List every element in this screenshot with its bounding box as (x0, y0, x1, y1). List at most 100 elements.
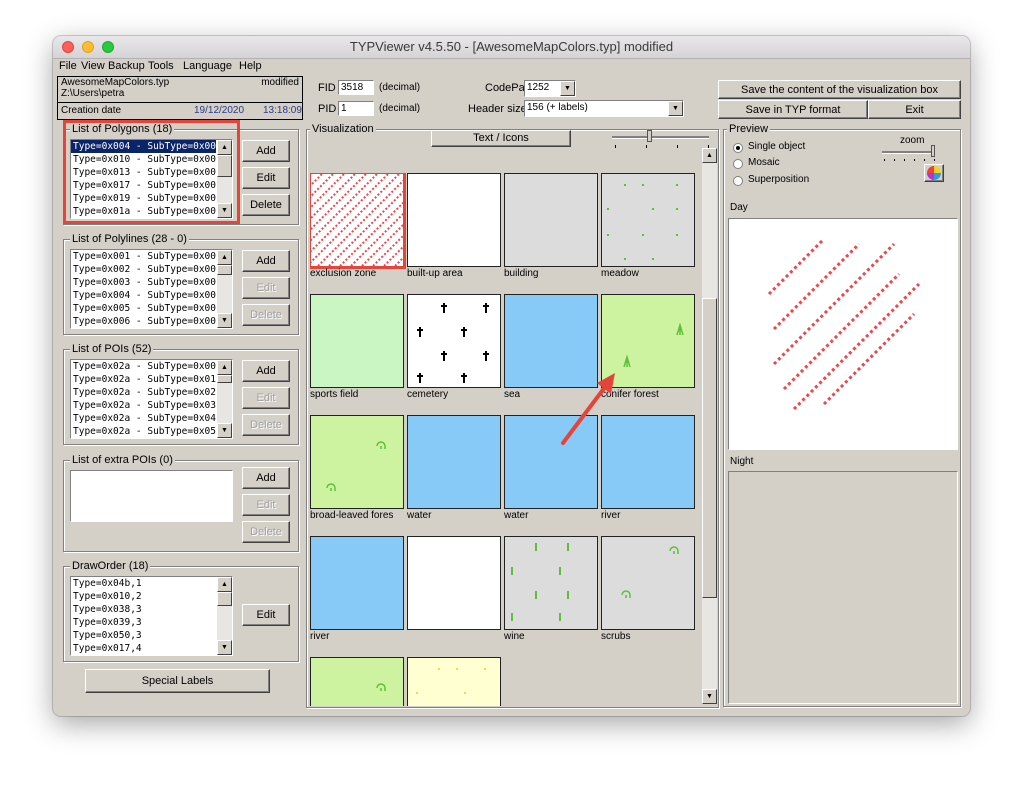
polyline-delete-button[interactable]: Delete (242, 304, 290, 326)
tile-label: cemetery (407, 389, 449, 400)
pid-input[interactable]: 1 (338, 101, 374, 116)
visualization-tile[interactable] (407, 173, 501, 267)
visualization-tile[interactable] (601, 536, 695, 630)
mosaic-radio[interactable] (733, 159, 743, 169)
tile-label: meadow (601, 268, 639, 279)
tile-label: building (504, 268, 539, 279)
polygon-add-button[interactable]: Add (242, 140, 290, 162)
list-item[interactable]: Type=0x006 - SubType=0x00 (71, 315, 232, 328)
menu-language[interactable]: Language (183, 60, 232, 72)
extra-poi-add-button[interactable]: Add (242, 467, 290, 489)
extra-poi-delete-button[interactable]: Delete (242, 521, 290, 543)
extra-pois-list[interactable] (70, 470, 233, 522)
list-item[interactable]: Type=0x050,3 (71, 629, 232, 642)
text-icons-button[interactable]: Text / Icons (431, 130, 571, 147)
scroll-up-icon[interactable]: ▲ (217, 250, 232, 265)
single-object-radio[interactable] (733, 143, 743, 153)
visual-slider[interactable] (612, 136, 709, 139)
exit-button[interactable]: Exit (868, 100, 961, 119)
tile-label: river (310, 631, 330, 642)
visualization-tile[interactable] (504, 536, 598, 630)
list-item[interactable]: Type=0x001 - SubType=0x00 (71, 250, 232, 263)
visualization-scrollbar[interactable]: ▲ ▼ (702, 148, 717, 704)
fid-input[interactable]: 3518 (338, 80, 374, 95)
scroll-down-icon[interactable]: ▼ (702, 689, 717, 704)
menu-file[interactable]: File (59, 60, 77, 72)
pois-list[interactable]: Type=0x02a - SubType=0x00 Type=0x02a - S… (70, 359, 233, 439)
save-typ-button[interactable]: Save in TYP format (718, 100, 868, 119)
scroll-up-icon[interactable]: ▲ (217, 360, 232, 375)
polylines-list[interactable]: Type=0x001 - SubType=0x00 Type=0x002 - S… (70, 249, 233, 329)
visualization-tile[interactable] (601, 173, 695, 267)
visualization-tile[interactable] (407, 415, 501, 509)
list-item[interactable]: Type=0x039,3 (71, 616, 232, 629)
visualization-tile[interactable] (407, 536, 501, 630)
list-item[interactable]: Type=0x02a - SubType=0x04 (71, 412, 232, 425)
poi-edit-button[interactable]: Edit (242, 387, 290, 409)
list-item[interactable]: Type=0x038,3 (71, 603, 232, 616)
header-size-select[interactable]: 156 (+ labels) ▼ (524, 100, 684, 117)
scroll-thumb[interactable] (217, 375, 232, 383)
scroll-up-icon[interactable]: ▲ (217, 577, 232, 592)
polyline-add-button[interactable]: Add (242, 250, 290, 272)
list-item[interactable]: Type=0x04b,1 (71, 577, 232, 590)
menu-help[interactable]: Help (239, 60, 262, 72)
polygon-delete-button[interactable]: Delete (242, 194, 290, 216)
visualization-tile[interactable] (504, 173, 598, 267)
polyline-edit-button[interactable]: Edit (242, 277, 290, 299)
day-preview (728, 218, 958, 450)
draworder-list[interactable]: Type=0x04b,1 Type=0x010,2 Type=0x038,3 T… (70, 576, 233, 656)
scroll-down-icon[interactable]: ▼ (217, 640, 232, 655)
extra-pois-title: List of extra POIs (0) (70, 454, 175, 466)
list-item[interactable]: Type=0x004 - SubType=0x00 (71, 289, 232, 302)
visualization-tile[interactable] (310, 294, 404, 388)
draworder-scrollbar[interactable]: ▲ ▼ (217, 577, 232, 655)
broadleaf-pattern (376, 683, 386, 691)
visualization-tile[interactable] (407, 294, 501, 388)
visualization-tile[interactable] (407, 657, 501, 706)
list-item[interactable]: Type=0x005 - SubType=0x00 (71, 302, 232, 315)
visualization-tile[interactable] (310, 657, 404, 706)
polylines-scrollbar[interactable]: ▲ ▼ (217, 250, 232, 328)
list-item[interactable]: Type=0x010,2 (71, 590, 232, 603)
scroll-up-icon[interactable]: ▲ (702, 148, 717, 163)
superposition-radio[interactable] (733, 176, 743, 186)
list-item[interactable]: Type=0x02a - SubType=0x01 (71, 373, 232, 386)
zoom-slider-handle[interactable] (931, 145, 935, 157)
codepage-select[interactable]: 1252 ▼ (524, 80, 576, 97)
draworder-edit-button[interactable]: Edit (242, 604, 290, 626)
file-info-box: AwesomeMapColors.typ modified Z:\Users\p… (57, 76, 303, 120)
list-item[interactable]: Type=0x02a - SubType=0x05 (71, 425, 232, 438)
menu-tools[interactable]: Tools (148, 60, 174, 72)
visual-slider-handle[interactable] (647, 130, 652, 142)
scroll-down-icon[interactable]: ▼ (217, 313, 232, 328)
special-labels-button[interactable]: Special Labels (85, 669, 270, 693)
preview-title: Preview (727, 123, 771, 135)
poi-delete-button[interactable]: Delete (242, 414, 290, 436)
menu-backup[interactable]: Backup (108, 60, 145, 72)
scroll-thumb[interactable] (217, 592, 232, 606)
tile-label: sea (504, 389, 521, 400)
zoom-ticks (884, 159, 936, 161)
list-item[interactable]: Type=0x02a - SubType=0x03 (71, 399, 232, 412)
scroll-thumb[interactable] (702, 298, 717, 598)
poi-add-button[interactable]: Add (242, 360, 290, 382)
visualization-tile[interactable] (310, 536, 404, 630)
tile-label: wine (504, 631, 525, 642)
visualization-tile[interactable] (310, 415, 404, 509)
list-item[interactable]: Type=0x02a - SubType=0x02 (71, 386, 232, 399)
list-item[interactable]: Type=0x017,4 (71, 642, 232, 655)
menu-view[interactable]: View (81, 60, 105, 72)
save-visualization-button[interactable]: Save the content of the visualization bo… (718, 80, 961, 99)
scroll-thumb[interactable] (217, 265, 232, 275)
pois-scrollbar[interactable]: ▲ ▼ (217, 360, 232, 438)
scroll-down-icon[interactable]: ▼ (217, 423, 232, 438)
extra-poi-edit-button[interactable]: Edit (242, 494, 290, 516)
list-item[interactable]: Type=0x002 - SubType=0x00 (71, 263, 232, 276)
polygon-edit-button[interactable]: Edit (242, 167, 290, 189)
zoom-slider[interactable] (882, 151, 934, 154)
list-item[interactable]: Type=0x003 - SubType=0x00 (71, 276, 232, 289)
list-item[interactable]: Type=0x02a - SubType=0x00 (71, 360, 232, 373)
color-wheel-button[interactable] (924, 164, 944, 182)
fid-label: FID (318, 82, 336, 94)
